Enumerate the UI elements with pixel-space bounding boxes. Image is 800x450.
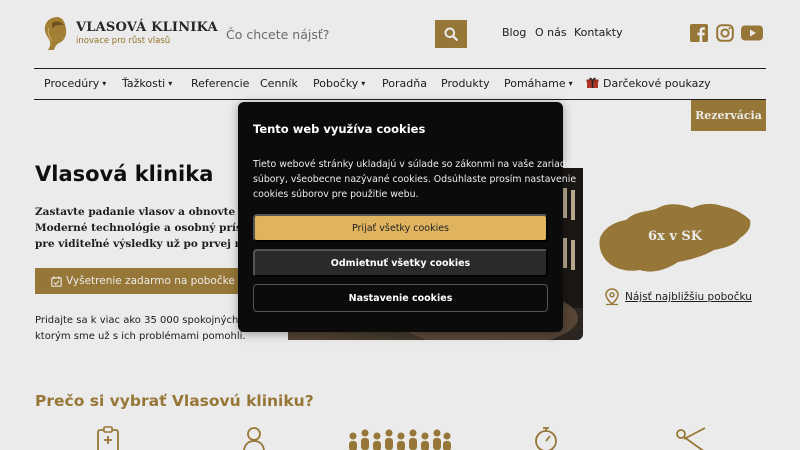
cookie-text: Tieto webové stránky ukladajú v súlade s… bbox=[253, 157, 586, 202]
cookie-title: Tento web využíva cookies bbox=[253, 122, 426, 136]
reject-all-cookies-button[interactable]: Odmietnuť všetky cookies bbox=[253, 249, 548, 277]
cookie-text-line: Tieto webové stránky ukladajú v súlade s… bbox=[253, 159, 586, 170]
cookie-text-line: cookies súborov pre použitie webu. bbox=[253, 189, 419, 200]
cookie-text-line: súbory, všeobecne nazývané cookies. Odsú… bbox=[253, 174, 577, 185]
cookie-consent-dialog: Tento web využíva cookies Tieto webové s… bbox=[238, 102, 586, 332]
cookie-settings-button[interactable]: Nastavenie cookies bbox=[253, 284, 548, 312]
accept-all-cookies-button[interactable]: Prijať všetky cookies bbox=[253, 214, 548, 242]
